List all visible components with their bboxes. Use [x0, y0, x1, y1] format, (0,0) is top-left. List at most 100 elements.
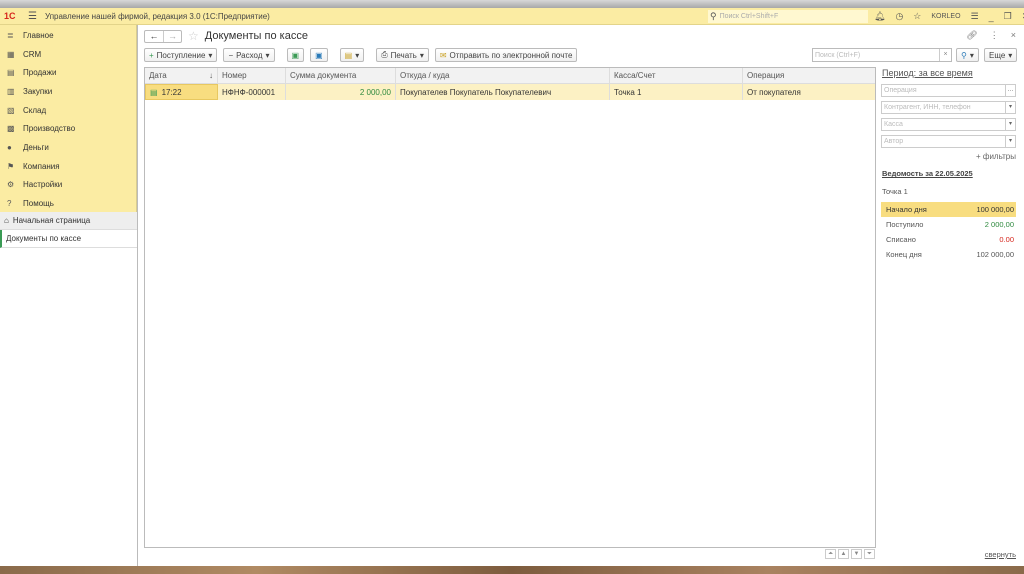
- app-logo: 1С: [4, 11, 16, 21]
- sidebar-item-company[interactable]: ⚑ Компания: [0, 157, 136, 176]
- sidebar-item-label: Склад: [23, 105, 47, 115]
- more-label: Еще: [989, 50, 1006, 60]
- cell-amount[interactable]: 2 000,00: [286, 84, 396, 100]
- column-counterparty[interactable]: Откуда / куда: [396, 68, 610, 83]
- clear-search-icon[interactable]: ×: [939, 49, 951, 61]
- related-docs-button[interactable]: ▤ ▾: [339, 48, 365, 62]
- scroll-up-button[interactable]: ▲: [838, 549, 849, 559]
- open-windows: ⌂ Начальная страница Документы по кассе: [0, 212, 137, 566]
- ellipsis-icon[interactable]: …: [1005, 85, 1015, 96]
- minus-icon: −: [228, 50, 234, 60]
- sidebar-item-label: Помощь: [23, 199, 54, 209]
- create-based-on-button[interactable]: ▣: [286, 48, 305, 62]
- favorite-star-icon[interactable]: ☆: [188, 29, 199, 43]
- cell-counterparty[interactable]: Покупателев Покупатель Покупателевич: [396, 84, 610, 100]
- home-page-label: Начальная страница: [12, 216, 91, 225]
- forward-button[interactable]: →: [163, 30, 181, 42]
- global-search-input[interactable]: ⚲ Поиск Ctrl+Shift+F: [708, 10, 868, 23]
- column-cash-account[interactable]: Касса/Счет: [610, 68, 743, 83]
- global-search-placeholder: Поиск Ctrl+Shift+F: [719, 13, 779, 20]
- statement-title-link[interactable]: Ведомость за 22.05.2025: [882, 169, 1016, 178]
- statement-label: Конец дня: [886, 250, 922, 259]
- sidebar: ≣ Главное ▦ CRM ▤ Продажи ▥ Закупки ▧ Склад ▩…: [0, 25, 137, 566]
- sidebar-item-settings[interactable]: ⚙ Настройки: [0, 176, 136, 195]
- sidebar-item-label: Деньги: [23, 142, 49, 152]
- sidebar-item-crm[interactable]: ▦ CRM: [0, 45, 136, 64]
- operation-placeholder: Операция: [884, 87, 917, 94]
- statement-label: Поступило: [886, 220, 924, 229]
- docs-icon: ▤: [344, 50, 353, 60]
- app-title: Управление нашей фирмой, редакция 3.0 (1…: [44, 11, 270, 21]
- restore-button[interactable]: ❐: [1004, 11, 1012, 22]
- user-name[interactable]: KORLEO: [931, 13, 960, 20]
- more-vert-icon[interactable]: ⋮: [990, 30, 999, 41]
- history-icon[interactable]: ◷: [895, 11, 903, 22]
- more-filters-link[interactable]: + фильтры: [881, 152, 1016, 161]
- cell-cash-account[interactable]: Точка 1: [610, 84, 743, 100]
- printer-icon: ⎙: [381, 50, 388, 59]
- list-search-input[interactable]: Поиск (Ctrl+F) ×: [812, 48, 952, 62]
- statement-row-income: Поступило 2 000,00: [881, 217, 1016, 232]
- star-icon[interactable]: ☆: [913, 11, 921, 22]
- income-label: Поступление: [156, 50, 206, 60]
- income-button[interactable]: + Поступление ▾: [144, 48, 218, 62]
- cell-number[interactable]: НФНФ-000001: [218, 84, 286, 100]
- statement-row-end: Конец дня 102 000,00: [881, 247, 1016, 262]
- scroll-down-button[interactable]: ▼: [851, 549, 862, 559]
- sidebar-item-production[interactable]: ▩ Производство: [0, 119, 136, 138]
- search-placeholder: Поиск (Ctrl+F): [815, 51, 861, 59]
- open-window-cash-documents[interactable]: Документы по кассе: [0, 230, 137, 248]
- menu-icon[interactable]: ☰: [28, 11, 37, 22]
- doc-green-icon: ▣: [291, 50, 300, 60]
- sales-icon: ▤: [7, 68, 15, 78]
- period-link[interactable]: Период: за все время: [882, 68, 1016, 78]
- print-button[interactable]: ⎙ Печать ▾: [376, 48, 429, 62]
- column-amount[interactable]: Сумма документа: [286, 68, 396, 83]
- table-row[interactable]: ▤ 17:22 НФНФ-000001 2 000,00 Покупателев …: [145, 84, 875, 100]
- table-header: Дата ↓ Номер Сумма документа Откуда / куд…: [145, 68, 875, 84]
- sidebar-item-purchases[interactable]: ▥ Закупки: [0, 82, 136, 101]
- column-operation[interactable]: Операция: [743, 68, 875, 83]
- statement-value: 102 000,00: [976, 250, 1014, 259]
- cash-filter[interactable]: Касса ▾: [881, 118, 1016, 131]
- cell-date[interactable]: ▤ 17:22: [145, 84, 218, 100]
- filter-panel: Период: за все время Операция … Контраген…: [881, 67, 1016, 262]
- cell-operation[interactable]: От покупателя: [743, 84, 875, 100]
- documents-table: Дата ↓ Номер Сумма документа Откуда / куд…: [144, 67, 876, 548]
- statement-label: Списано: [886, 235, 916, 244]
- sidebar-item-label: Производство: [23, 124, 76, 134]
- search-icon: ⚲: [961, 50, 967, 60]
- collapse-panel-link[interactable]: свернуть: [985, 550, 1016, 559]
- author-placeholder: Автор: [884, 138, 904, 145]
- scroll-bottom-button[interactable]: ⏷: [864, 549, 875, 559]
- search-options-button[interactable]: ⚲ ▾: [956, 48, 979, 62]
- column-number[interactable]: Номер: [218, 68, 286, 83]
- close-form-icon[interactable]: ×: [1011, 30, 1016, 41]
- dropdown-icon[interactable]: ▾: [1005, 119, 1015, 130]
- help-icon: ?: [7, 199, 12, 209]
- author-filter[interactable]: Автор ▾: [881, 135, 1016, 148]
- bell-icon[interactable]: 🔔︎: [874, 11, 885, 22]
- scroll-top-button[interactable]: ⏶: [825, 549, 836, 559]
- operation-filter[interactable]: Операция …: [881, 84, 1016, 97]
- expense-label: Расход: [236, 50, 263, 60]
- sidebar-item-help[interactable]: ? Помощь: [0, 194, 136, 213]
- sidebar-item-main[interactable]: ≣ Главное: [0, 26, 136, 45]
- settings-menu-icon[interactable]: ☰: [971, 11, 979, 22]
- dropdown-icon[interactable]: ▾: [1005, 136, 1015, 147]
- send-email-button[interactable]: ✉ Отправить по электронной почте: [434, 48, 578, 62]
- minimize-button[interactable]: _: [989, 12, 994, 22]
- expense-button[interactable]: − Расход ▾: [223, 48, 275, 62]
- home-page-link[interactable]: ⌂ Начальная страница: [0, 212, 137, 230]
- back-button[interactable]: ←: [145, 31, 163, 42]
- counterparty-filter[interactable]: Контрагент, ИНН, телефон ▾: [881, 101, 1016, 114]
- desktop-background: [0, 566, 1024, 574]
- dropdown-icon[interactable]: ▾: [1005, 102, 1015, 113]
- column-date[interactable]: Дата ↓: [145, 68, 218, 83]
- sidebar-item-warehouse[interactable]: ▧ Склад: [0, 101, 136, 120]
- report-button[interactable]: ▣: [310, 48, 328, 62]
- sidebar-item-money[interactable]: ● Деньги: [0, 138, 136, 157]
- more-button[interactable]: Еще ▾: [984, 48, 1018, 62]
- sidebar-item-sales[interactable]: ▤ Продажи: [0, 63, 136, 82]
- link-icon[interactable]: 🔗︎: [966, 30, 977, 41]
